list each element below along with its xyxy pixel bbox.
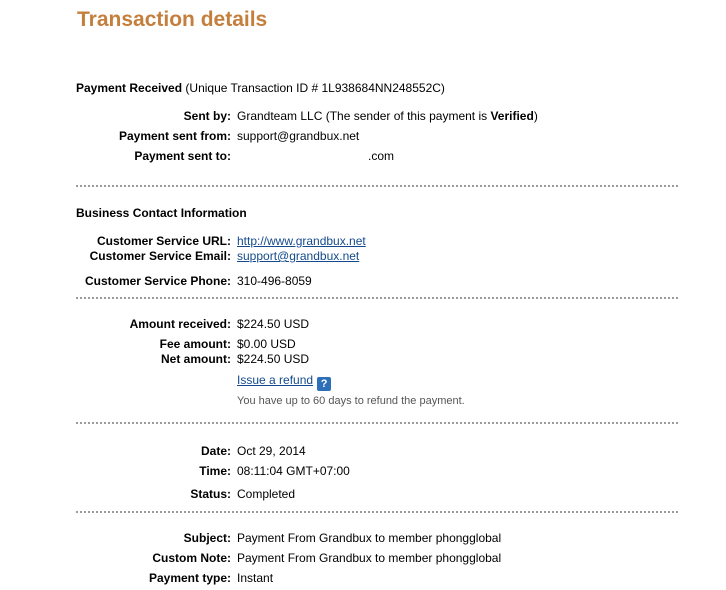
cs-phone-label: Customer Service Phone: bbox=[84, 274, 231, 288]
subject-row: Subject: Payment From Grandbux to member… bbox=[0, 531, 726, 547]
date-value: Oct 29, 2014 bbox=[237, 444, 306, 458]
subject-label: Subject: bbox=[183, 531, 231, 545]
help-icon[interactable]: ? bbox=[317, 377, 332, 391]
cs-email-row: Customer Service Email: support@grandbux… bbox=[0, 249, 726, 265]
payment-type-row: Payment type: Instant bbox=[0, 571, 726, 587]
time-row: Time: 08:11:04 GMT+07:00 bbox=[0, 464, 726, 480]
divider bbox=[76, 185, 678, 187]
date-row: Date: Oct 29, 2014 bbox=[0, 444, 726, 460]
sent-to-label: Payment sent to: bbox=[134, 149, 231, 163]
issue-refund-link[interactable]: Issue a refund bbox=[237, 373, 313, 387]
sent-by-row: Sent by: Grandteam LLC (The sender of th… bbox=[0, 109, 726, 125]
verified-label: Verified bbox=[490, 109, 534, 123]
sent-to-row: Payment sent to: .com bbox=[0, 149, 726, 165]
payment-heading: Payment Received (Unique Transaction ID … bbox=[76, 81, 445, 95]
contact-heading: Business Contact Information bbox=[76, 206, 247, 220]
net-amount-label: Net amount: bbox=[161, 352, 231, 366]
refund-note: You have up to 60 days to refund the pay… bbox=[237, 395, 465, 407]
amount-received-row: Amount received: $224.50 USD bbox=[0, 317, 726, 333]
fee-amount-row: Fee amount: $0.00 USD bbox=[0, 337, 726, 353]
cs-url-link[interactable]: http://www.grandbux.net bbox=[237, 234, 366, 248]
refund-note-row: You have up to 60 days to refund the pay… bbox=[0, 395, 726, 411]
payment-received-label: Payment Received bbox=[76, 81, 183, 95]
sent-from-row: Payment sent from: support@grandbux.net bbox=[0, 129, 726, 145]
fee-amount-value: $0.00 USD bbox=[237, 337, 296, 351]
cs-url-label: Customer Service URL: bbox=[96, 234, 231, 248]
cs-email-link[interactable]: support@grandbux.net bbox=[237, 249, 359, 263]
refund-group: Issue a refund? bbox=[237, 373, 332, 391]
divider bbox=[76, 297, 678, 299]
status-label: Status: bbox=[190, 487, 231, 501]
date-label: Date: bbox=[200, 444, 231, 458]
cs-phone-value: 310-496-8059 bbox=[237, 274, 312, 288]
refund-row: Issue a refund? bbox=[0, 373, 726, 391]
sent-by-close: ) bbox=[533, 109, 538, 123]
divider bbox=[76, 422, 678, 424]
time-label: Time: bbox=[199, 464, 231, 478]
sent-by-value: Grandteam LLC (The sender of this paymen… bbox=[237, 109, 538, 123]
transaction-id: (Unique Transaction ID # 1L938684NN24855… bbox=[185, 81, 445, 95]
sent-by-label: Sent by: bbox=[183, 109, 231, 123]
amount-received-value: $224.50 USD bbox=[237, 317, 310, 331]
net-amount-value: $224.50 USD bbox=[237, 352, 310, 366]
payment-type-label: Payment type: bbox=[148, 571, 231, 585]
sent-by-text: Grandteam LLC (The sender of this paymen… bbox=[237, 109, 491, 123]
cs-url-row: Customer Service URL: http://www.grandbu… bbox=[0, 234, 726, 250]
custom-note-label: Custom Note: bbox=[152, 551, 231, 565]
cs-phone-row: Customer Service Phone: 310-496-8059 bbox=[0, 274, 726, 290]
sent-from-label: Payment sent from: bbox=[118, 129, 231, 143]
divider bbox=[76, 511, 678, 513]
net-amount-row: Net amount: $224.50 USD bbox=[0, 352, 726, 368]
sent-from-value: support@grandbux.net bbox=[237, 129, 360, 143]
subject-value: Payment From Grandbux to member phongglo… bbox=[237, 531, 502, 545]
cs-email-label: Customer Service Email: bbox=[89, 249, 231, 263]
status-row: Status: Completed bbox=[0, 487, 726, 503]
custom-note-value: Payment From Grandbux to member phongglo… bbox=[237, 551, 502, 565]
amount-received-label: Amount received: bbox=[129, 317, 231, 331]
page-title: Transaction details bbox=[77, 8, 268, 31]
fee-amount-label: Fee amount: bbox=[159, 337, 231, 351]
custom-note-row: Custom Note: Payment From Grandbux to me… bbox=[0, 551, 726, 567]
time-value: 08:11:04 GMT+07:00 bbox=[237, 464, 350, 478]
sent-to-value: .com bbox=[368, 149, 395, 163]
payment-type-value: Instant bbox=[237, 571, 274, 585]
status-value: Completed bbox=[237, 487, 296, 501]
